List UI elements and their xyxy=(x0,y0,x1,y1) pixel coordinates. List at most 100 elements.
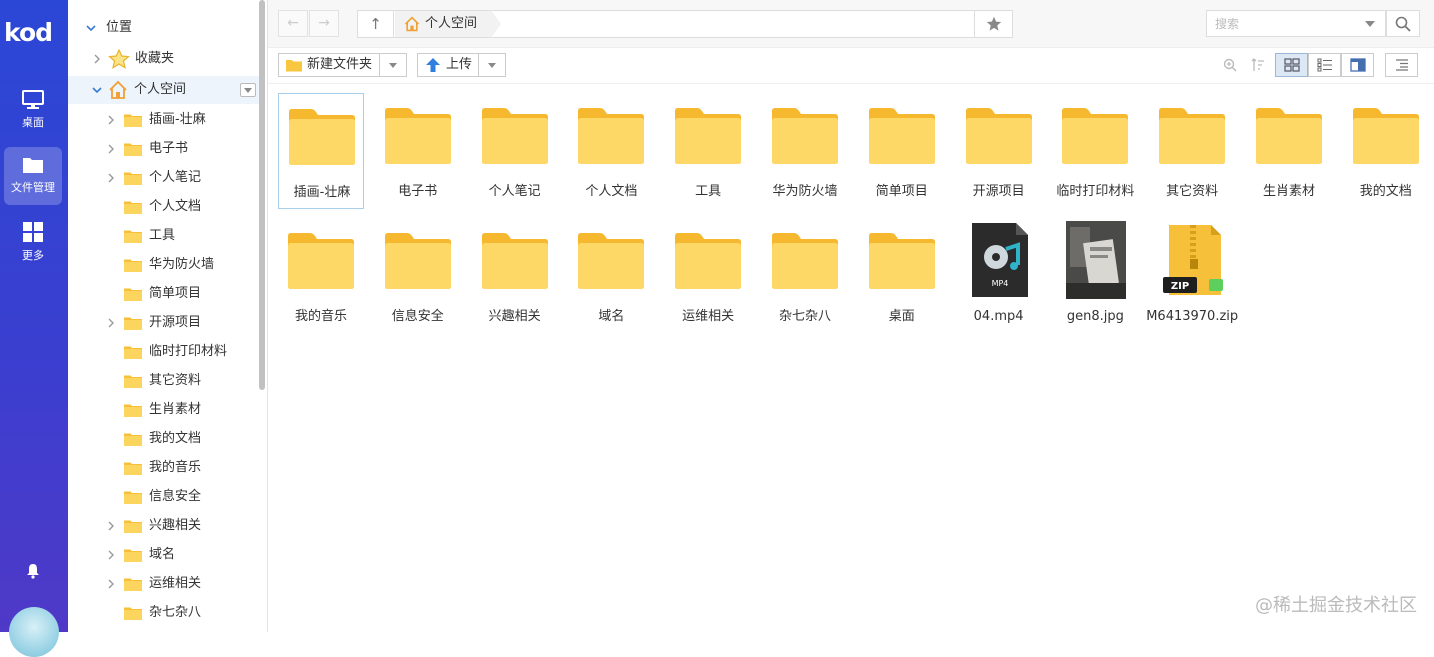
search-icon xyxy=(1395,16,1411,32)
tree-folder-item[interactable]: 生肖素材 xyxy=(68,396,264,424)
tree-folder-item[interactable]: 信息安全 xyxy=(68,483,264,511)
folder-item[interactable]: 个人笔记 xyxy=(472,93,558,209)
tree-folder-item[interactable]: 个人笔记 xyxy=(68,164,264,192)
chevron-right-icon[interactable] xyxy=(106,173,116,183)
folder-item[interactable]: 开源项目 xyxy=(956,93,1042,209)
file-name: 我的文档 xyxy=(1359,184,1412,199)
back-button[interactable]: ← xyxy=(278,10,308,37)
folder-item[interactable]: 其它资料 xyxy=(1149,93,1235,209)
tree-item-menu-button[interactable] xyxy=(240,83,256,97)
tree-folder-item[interactable]: 临时打印材料 xyxy=(68,338,264,366)
tree-folder-label: 工具 xyxy=(149,228,176,243)
zoom-icon[interactable] xyxy=(1223,58,1237,72)
chevron-right-icon[interactable] xyxy=(106,318,116,328)
file-item[interactable]: ZIP M6413970.zip xyxy=(1146,218,1238,334)
folder-icon xyxy=(124,172,142,185)
chevron-down-icon[interactable] xyxy=(1365,21,1375,27)
tree-folder-label: 开源项目 xyxy=(149,315,202,330)
tree-item-personal-space[interactable]: 个人空间 xyxy=(68,76,264,104)
file-name: 兴趣相关 xyxy=(488,309,541,324)
folder-icon xyxy=(124,230,142,243)
tree-folder-item[interactable]: 运维相关 xyxy=(68,570,264,598)
search-button[interactable] xyxy=(1386,10,1420,37)
rail-item-more[interactable]: 更多 xyxy=(4,213,62,271)
folder-icon xyxy=(124,375,142,388)
tree-folder-item[interactable]: 我的文档 xyxy=(68,425,264,453)
tree-folder-item[interactable]: 电子书 xyxy=(68,135,264,163)
video-file-icon: MP4 xyxy=(971,223,1028,297)
folder-item[interactable]: 我的文档 xyxy=(1343,93,1429,209)
tree-folder-item[interactable]: 个人文档 xyxy=(68,193,264,221)
folder-icon xyxy=(124,143,142,156)
upload-button[interactable]: 上传 xyxy=(417,53,506,77)
file-type-badge: MP4 xyxy=(991,279,1008,288)
tree-folder-label: 简单项目 xyxy=(149,286,202,301)
tree-folder-item[interactable]: 其它资料 xyxy=(68,367,264,395)
tree-folder-item[interactable]: 华为防火墙 xyxy=(68,251,264,279)
tree-folder-label: 杂七杂八 xyxy=(149,605,202,620)
file-type-badge: ZIP xyxy=(1171,281,1189,292)
folder-item[interactable]: 信息安全 xyxy=(375,218,461,334)
folder-item[interactable]: 电子书 xyxy=(375,93,461,209)
chevron-right-icon[interactable] xyxy=(106,115,116,125)
chevron-down-icon xyxy=(92,87,102,94)
folder-icon xyxy=(124,288,142,301)
forward-button[interactable]: → xyxy=(309,10,339,37)
breadcrumb[interactable]: 个人空间 xyxy=(395,10,502,38)
star-icon xyxy=(986,16,1001,31)
folder-item[interactable]: 插画-壮麻 xyxy=(278,93,364,209)
tree-location-header[interactable]: 位置 xyxy=(68,14,264,42)
tree-folder-item[interactable]: 我的音乐 xyxy=(68,454,264,482)
view-split-button[interactable] xyxy=(1341,53,1374,77)
folder-item[interactable]: 临时打印材料 xyxy=(1052,93,1138,209)
view-list-button[interactable] xyxy=(1308,53,1341,77)
details-panel-button[interactable] xyxy=(1385,53,1418,77)
tree-folder-item[interactable]: 工具 xyxy=(68,222,264,250)
tree-folder-item[interactable]: 开源项目 xyxy=(68,309,264,337)
folder-item[interactable]: 个人文档 xyxy=(568,93,654,209)
folder-item[interactable]: 运维相关 xyxy=(665,218,751,334)
rail-item-desktop[interactable]: 桌面 xyxy=(4,82,62,140)
folder-item[interactable]: 简单项目 xyxy=(859,93,945,209)
folder-icon xyxy=(124,114,142,127)
upload-dropdown[interactable] xyxy=(478,54,505,76)
new-folder-button[interactable]: 新建文件夹 xyxy=(278,53,407,77)
chevron-right-icon[interactable] xyxy=(106,579,116,589)
file-item[interactable]: gen8.jpg xyxy=(1052,218,1138,334)
file-name: gen8.jpg xyxy=(1066,309,1124,324)
file-item[interactable]: MP4 04.mp4 xyxy=(956,218,1042,334)
tree-folder-item[interactable]: 域名 xyxy=(68,541,264,569)
folder-item[interactable]: 域名 xyxy=(568,218,654,334)
grid-more-icon xyxy=(23,222,43,242)
up-level-button[interactable]: ↑ xyxy=(358,11,394,37)
tree-folder-item[interactable]: 简单项目 xyxy=(68,280,264,308)
folder-item[interactable]: 华为防火墙 xyxy=(762,93,848,209)
view-grid-button[interactable] xyxy=(1275,53,1308,77)
grid-view-icon xyxy=(1284,58,1300,72)
sort-icon[interactable] xyxy=(1251,58,1265,72)
folder-icon xyxy=(124,404,142,417)
folder-item[interactable]: 我的音乐 xyxy=(278,218,364,334)
folder-item[interactable]: 杂七杂八 xyxy=(762,218,848,334)
favorite-star-button[interactable] xyxy=(974,10,1013,38)
tree-item-favorites[interactable]: 收藏夹 xyxy=(68,45,264,73)
new-folder-dropdown[interactable] xyxy=(379,54,406,76)
path-bar[interactable]: ↑ 个人空间 xyxy=(357,10,1013,38)
folder-item[interactable]: 生肖素材 xyxy=(1246,93,1332,209)
tree-folder-item[interactable]: 兴趣相关 xyxy=(68,512,264,540)
chevron-right-icon[interactable] xyxy=(106,144,116,154)
folder-item[interactable]: 兴趣相关 xyxy=(472,218,558,334)
folder-item[interactable]: 工具 xyxy=(665,93,751,209)
folder-item[interactable]: 桌面 xyxy=(859,218,945,334)
search-input[interactable] xyxy=(1207,11,1357,36)
desktop-icon xyxy=(22,90,44,109)
tree-folder-item[interactable]: 插画-壮麻 xyxy=(68,106,264,134)
chevron-right-icon[interactable] xyxy=(106,521,116,531)
tree-scrollbar[interactable] xyxy=(259,0,265,390)
tree-folder-item[interactable]: 杂七杂八 xyxy=(68,599,264,627)
rail-item-file-manager[interactable]: 文件管理 xyxy=(4,147,62,205)
file-name: 生肖素材 xyxy=(1262,184,1315,199)
avatar[interactable] xyxy=(9,607,59,657)
bell-icon[interactable] xyxy=(25,563,41,579)
chevron-right-icon[interactable] xyxy=(106,550,116,560)
